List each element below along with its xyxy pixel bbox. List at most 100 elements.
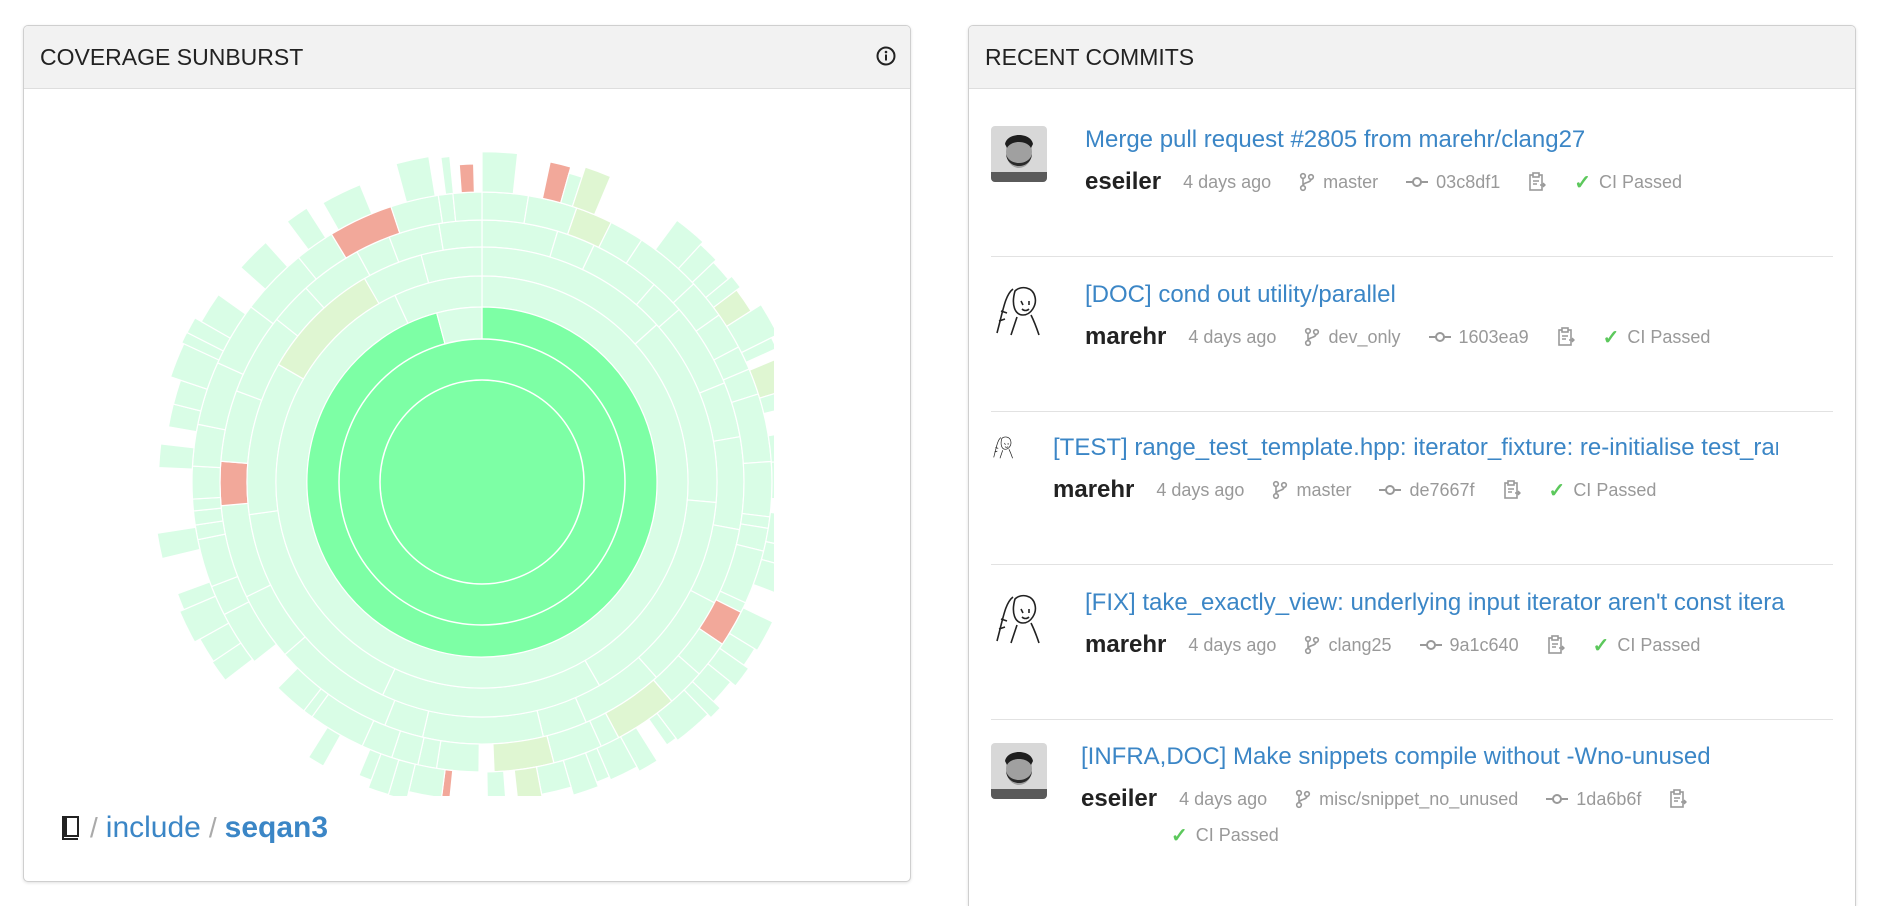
copy-icon[interactable]	[1503, 480, 1521, 500]
panel-header: COVERAGE SUNBURST	[24, 26, 910, 89]
book-icon[interactable]	[60, 815, 82, 841]
panel-title: COVERAGE SUNBURST	[40, 43, 304, 70]
avatar[interactable]	[991, 281, 1047, 337]
commit-branch[interactable]: misc/snippet_no_unused	[1295, 789, 1518, 810]
commit-branch[interactable]: master	[1299, 172, 1378, 193]
commit-meta-extra: ✓ CI Passed	[1171, 823, 1279, 848]
commit-title-link[interactable]: [FIX] take_exactly_view: underlying inpu…	[1085, 589, 1785, 617]
commit-branch[interactable]: dev_only	[1304, 326, 1401, 348]
commit-time: 4 days ago	[1188, 326, 1277, 347]
sunburst-segment[interactable]	[770, 460, 774, 500]
avatar[interactable]	[991, 126, 1047, 182]
breadcrumb-link-include[interactable]: include	[106, 811, 201, 845]
commit-author[interactable]: eseiler	[1085, 168, 1161, 196]
sunburst-segment[interactable]	[395, 155, 436, 203]
commit-title-link[interactable]: [DOC] cond out utility/parallel	[1085, 281, 1396, 309]
commit-icon	[1406, 177, 1429, 187]
commit-title-link[interactable]: Merge pull request #2805 from marehr/cla…	[1085, 126, 1585, 154]
sunburst-segment[interactable]	[481, 191, 530, 225]
commit-author[interactable]: marehr	[1085, 323, 1166, 351]
sunburst-segment[interactable]	[440, 155, 455, 195]
sunburst-segment[interactable]	[219, 460, 249, 507]
commit-meta: marehr 4 days ago clang25 9a1c640 ✓ CI Passed	[1085, 631, 1700, 659]
sunburst-segment[interactable]	[458, 163, 476, 194]
sunburst-segment[interactable]	[156, 526, 201, 560]
copy-icon[interactable]	[1547, 635, 1565, 655]
avatar[interactable]	[991, 434, 1047, 490]
check-icon: ✓	[1602, 326, 1620, 349]
sunburst-segment[interactable]	[486, 770, 507, 796]
copy-icon[interactable]	[1528, 172, 1547, 192]
commit-time: 4 days ago	[1188, 634, 1277, 655]
breadcrumb: / include / seqan3	[60, 811, 328, 845]
avatar[interactable]	[991, 589, 1047, 645]
commit-sha[interactable]: de7667f	[1379, 479, 1475, 501]
commit-sha[interactable]: 1da6b6f	[1546, 789, 1641, 810]
recent-commits-panel: RECENT COMMITS Merge pull request #2805 …	[968, 25, 1856, 906]
commit-title-link[interactable]: [TEST] range_test_template.hpp: iterator…	[1053, 434, 1778, 462]
ci-status: ✓ CI Passed	[1574, 170, 1682, 195]
commit-item: [DOC] cond out utility/parallel marehr 4 d…	[991, 281, 1833, 391]
panel-header: RECENT COMMITS	[969, 26, 1855, 89]
commit-sha[interactable]: 1603ea9	[1428, 326, 1529, 348]
sha-value: 9a1c640	[1449, 634, 1519, 655]
sha-value: 1603ea9	[1458, 326, 1529, 347]
commit-branch[interactable]: clang25	[1304, 634, 1392, 656]
commit-sha[interactable]: 9a1c640	[1419, 634, 1519, 656]
commit-icon	[1419, 640, 1442, 650]
breadcrumb-separator: /	[90, 812, 98, 843]
commit-author[interactable]: marehr	[1053, 476, 1134, 504]
branch-icon	[1300, 172, 1315, 192]
sunburst-segment[interactable]	[712, 435, 745, 531]
branch-icon	[1273, 480, 1288, 500]
sha-value: 1da6b6f	[1576, 788, 1642, 809]
commit-divider	[991, 719, 1833, 720]
ci-status-label: CI Passed	[1573, 479, 1657, 500]
copy-icon[interactable]	[1557, 327, 1575, 347]
sunburst-segment[interactable]	[191, 496, 222, 512]
commit-item: [FIX] take_exactly_view: underlying inpu…	[991, 589, 1833, 699]
sunburst-segment[interactable]	[191, 465, 222, 500]
commit-divider	[991, 256, 1833, 257]
branch-name: master	[1323, 171, 1379, 192]
ci-status-label: CI Passed	[1599, 171, 1683, 192]
sunburst-segment[interactable]	[191, 423, 226, 469]
branch-name: clang25	[1328, 634, 1392, 655]
ci-status-label: CI Passed	[1195, 825, 1279, 845]
branch-name: dev_only	[1328, 326, 1401, 347]
commit-meta: marehr 4 days ago dev_only 1603ea9 ✓ CI Passe…	[1085, 323, 1710, 351]
commit-meta: marehr 4 days ago master de7667f ✓ CI Passed	[1053, 476, 1656, 504]
check-icon: ✓	[1592, 634, 1610, 657]
branch-icon	[1305, 635, 1320, 655]
commit-divider	[991, 411, 1833, 412]
branch-name: master	[1296, 479, 1352, 500]
sunburst-segment[interactable]	[438, 219, 483, 251]
ci-status-label: CI Passed	[1627, 326, 1711, 347]
coverage-sunburst-chart[interactable]	[154, 116, 774, 796]
check-icon: ✓	[1574, 171, 1591, 194]
commit-title-link[interactable]: [INFRA,DOC] Make snippets compile withou…	[1081, 743, 1711, 771]
sunburst-segment[interactable]	[481, 151, 519, 195]
info-icon[interactable]	[876, 46, 896, 66]
commit-time: 4 days ago	[1183, 171, 1272, 192]
copy-icon[interactable]	[1669, 789, 1688, 809]
sunburst-segment[interactable]	[452, 191, 483, 222]
panel-title: RECENT COMMITS	[985, 43, 1195, 70]
sunburst-segment[interactable]	[741, 460, 773, 518]
breadcrumb-separator: /	[208, 812, 217, 843]
sunburst-segment[interactable]	[435, 740, 480, 773]
commit-sha[interactable]: 03c8df1	[1406, 172, 1500, 193]
commit-divider	[991, 564, 1833, 565]
sha-value: de7667f	[1409, 479, 1475, 500]
sunburst-segment[interactable]	[307, 726, 342, 767]
sunburst-segment[interactable]	[158, 443, 195, 470]
coverage-sunburst-panel: COVERAGE SUNBURST / include / seqan3	[23, 25, 911, 882]
commit-author[interactable]: eseiler	[1081, 785, 1157, 813]
commit-branch[interactable]: master	[1272, 480, 1351, 501]
check-icon: ✓	[1548, 479, 1566, 502]
sunburst-segment[interactable]	[571, 166, 612, 216]
sunburst-center[interactable]	[379, 379, 585, 585]
avatar[interactable]	[991, 743, 1047, 799]
branch-icon	[1296, 789, 1311, 809]
commit-author[interactable]: marehr	[1085, 631, 1166, 659]
